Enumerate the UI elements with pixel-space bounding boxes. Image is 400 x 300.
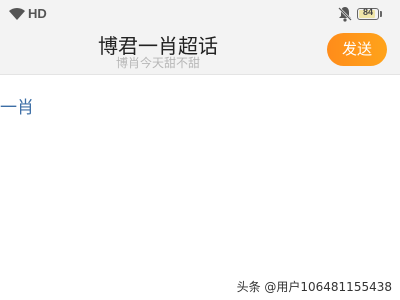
- watermark: 头条 @用户106481155438: [236, 280, 392, 294]
- status-bar: HD 84: [0, 0, 400, 28]
- battery-icon: 84: [357, 7, 379, 20]
- bell-muted-icon: [338, 7, 352, 22]
- wifi-icon: [9, 7, 25, 20]
- send-button[interactable]: 发送: [327, 33, 387, 66]
- battery-level: 84: [362, 7, 373, 17]
- page-subtitle: 博肖今天甜不甜: [115, 56, 200, 70]
- header-bar: 博君一肖超话 博肖今天甜不甜 发送: [0, 28, 400, 75]
- network-type-label: HD: [28, 6, 47, 21]
- post-text-link[interactable]: 一肖: [0, 93, 34, 118]
- battery-tip: [380, 11, 382, 17]
